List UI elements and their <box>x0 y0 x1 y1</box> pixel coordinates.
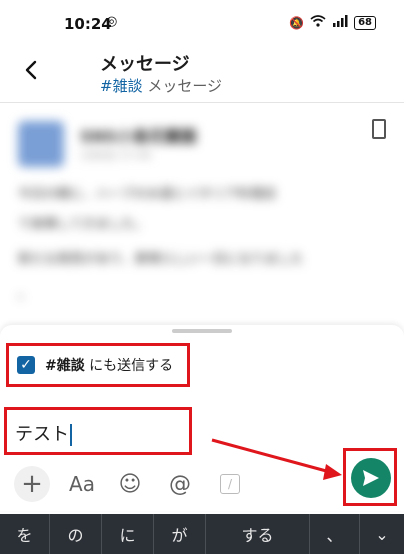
message-input-text: テスト <box>15 420 72 446</box>
send-button[interactable] <box>351 458 391 498</box>
page-title: メッセージ <box>100 54 190 75</box>
also-send-checkbox[interactable]: ✓ <box>17 356 35 374</box>
status-bar: 10:24 ◎ 🔕 68 <box>0 0 404 42</box>
back-button[interactable] <box>20 56 44 84</box>
avatar <box>18 121 64 167</box>
suggestion-key[interactable]: に <box>102 514 154 554</box>
message-author: SNS小島花蘭園 <box>80 127 197 146</box>
message-line: 新たな発見があり、素晴らしい一日になりました <box>18 252 304 267</box>
chevron-left-icon <box>25 60 37 80</box>
emoji-icon[interactable]: ☺ <box>112 466 148 502</box>
slash-glyph: / <box>220 474 240 494</box>
suggestion-key[interactable]: 、 <box>310 514 360 554</box>
suggestion-key[interactable]: する <box>206 514 310 554</box>
wifi-icon <box>310 15 326 30</box>
slash-command-icon[interactable]: / <box>212 466 248 502</box>
suggestion-key[interactable]: が <box>154 514 206 554</box>
status-icons: 🔕 68 <box>289 15 376 30</box>
plus-icon[interactable]: + <box>14 466 50 502</box>
battery-indicator: 68 <box>354 15 376 30</box>
notification-icon: ◎ <box>106 14 118 29</box>
drag-handle[interactable] <box>172 329 232 333</box>
suggestion-key[interactable]: の <box>50 514 102 554</box>
bookmark-icon[interactable] <box>372 119 386 139</box>
mute-icon: 🔕 <box>289 15 305 30</box>
blurred-content: SNS小島花蘭園 1月6日 17:44 今日の朝に、ハーブの水遣とイタリア料理店… <box>0 103 404 325</box>
message-line: 今日の朝に、ハーブの水遣とイタリア料理店 <box>18 187 277 202</box>
message-input[interactable]: テスト <box>4 407 192 455</box>
signal-icon <box>332 15 348 30</box>
status-time: 10:24 <box>64 15 112 33</box>
header-subtitle-rest: メッセージ <box>142 77 223 95</box>
expand-suggestions-icon[interactable]: ⌄ <box>360 514 404 554</box>
parent-message: SNS小島花蘭園 1月6日 17:44 今日の朝に、ハーブの水遣とイタリア料理店… <box>0 103 404 325</box>
mention-icon[interactable]: @ <box>162 466 198 502</box>
also-send-option[interactable]: ✓ #雑談 にも送信する <box>6 343 190 387</box>
message-date: 1月6日 17:44 <box>80 149 152 162</box>
send-arrow-icon <box>363 470 379 486</box>
format-text-icon[interactable]: Aa <box>64 466 100 502</box>
text-caret <box>70 424 72 446</box>
header-subtitle: #雑談 メッセージ <box>100 75 222 96</box>
keyboard-suggestion-bar: を の に が する 、 ⌄ <box>0 514 404 554</box>
also-send-label: #雑談 にも送信する <box>45 358 174 374</box>
message-line: 。 <box>18 287 32 302</box>
message-line: で食事してきました。 <box>18 217 148 232</box>
header-channel-link[interactable]: #雑談 <box>100 77 143 95</box>
channel-header: メッセージ #雑談 メッセージ <box>0 42 404 103</box>
suggestion-key[interactable]: を <box>0 514 50 554</box>
